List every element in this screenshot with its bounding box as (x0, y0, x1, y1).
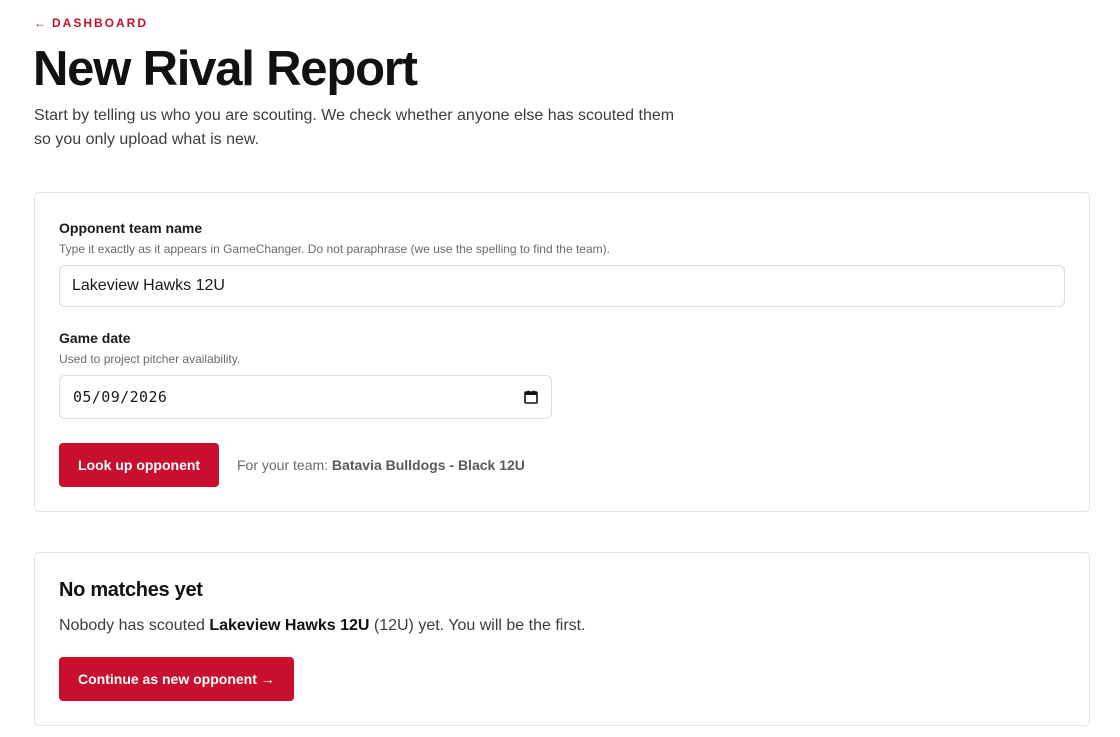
game-date-input[interactable]: 05/09/2026 (59, 375, 552, 419)
team-note: For your team: Batavia Bulldogs - Black … (237, 457, 525, 473)
result-message: Nobody has scouted Lakeview Hawks 12U (1… (59, 617, 586, 635)
opponent-name-help: Type it exactly as it appears in GameCha… (59, 242, 610, 256)
calendar-icon[interactable] (524, 390, 538, 404)
result-text-suffix: (12U) yet. You will be the first. (373, 617, 586, 634)
opponent-name-label: Opponent team name (59, 220, 203, 236)
back-to-dashboard-link[interactable]: ← DASHBOARD (34, 16, 148, 30)
look-up-opponent-button[interactable]: Look up opponent (59, 443, 220, 487)
game-date-value: 05/09/2026 (73, 388, 168, 406)
page-title: New Rival Report (33, 42, 418, 96)
lookup-result-card: No matches yet Nobody has scouted Lakevi… (34, 552, 1090, 726)
back-arrow-icon: ← (34, 16, 46, 30)
result-opponent-name: Lakeview Hawks 12U (209, 617, 370, 634)
page-intro: Start by telling us who you are scouting… (34, 107, 675, 148)
team-name: Batavia Bulldogs - Black 12U (331, 457, 525, 473)
opponent-lookup-card: Opponent team name Type it exactly as it… (34, 192, 1090, 512)
continue-as-new-opponent-button[interactable]: Continue as new opponent → (59, 657, 294, 701)
game-date-help: Used to project pitcher availability. (59, 352, 241, 366)
team-note-prefix: For your team: (237, 457, 329, 473)
game-date-label: Game date (59, 330, 131, 346)
result-title: No matches yet (59, 579, 203, 601)
result-text-prefix: Nobody has scouted (59, 617, 205, 634)
back-link-label: DASHBOARD (52, 16, 148, 30)
page: ← DASHBOARD New Rival Report Start by te… (0, 0, 1120, 737)
opponent-name-input[interactable] (59, 265, 1065, 307)
